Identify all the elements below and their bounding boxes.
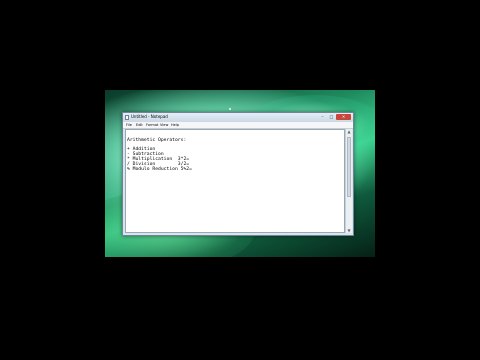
menu-file[interactable]: File [126,122,132,128]
minimize-button[interactable]: – [318,114,327,120]
scroll-down-icon[interactable]: ▼ [346,228,352,233]
menu-edit[interactable]: Edit [136,122,143,128]
maximize-button[interactable]: □ [327,114,336,120]
mouse-cursor [229,108,231,110]
notepad-window: Untitled - Notepad – □ ✕ File Edit Forma… [122,112,354,236]
editor-content: Arithmetic Operators: + Addition - Subtr… [127,134,192,172]
title-bar[interactable]: Untitled - Notepad – □ ✕ [123,113,353,122]
close-button[interactable]: ✕ [336,114,351,120]
menu-view[interactable]: View [160,122,168,128]
scroll-up-icon[interactable]: ▲ [346,129,352,134]
menu-help[interactable]: Help [171,122,179,128]
vertical-scrollbar[interactable]: ▲ ▼ [345,129,352,233]
menu-format[interactable]: Format [146,122,158,128]
editor-line: Arithmetic Operators: [127,137,187,143]
scroll-thumb[interactable] [347,137,351,197]
notepad-icon [125,115,129,120]
editor-line: % Modulo Reduction 5%2= [127,166,192,172]
window-title: Untitled - Notepad [131,114,168,119]
menu-bar: File Edit Format View Help [123,122,353,129]
text-editor[interactable]: Arithmetic Operators: + Addition - Subtr… [125,129,345,233]
